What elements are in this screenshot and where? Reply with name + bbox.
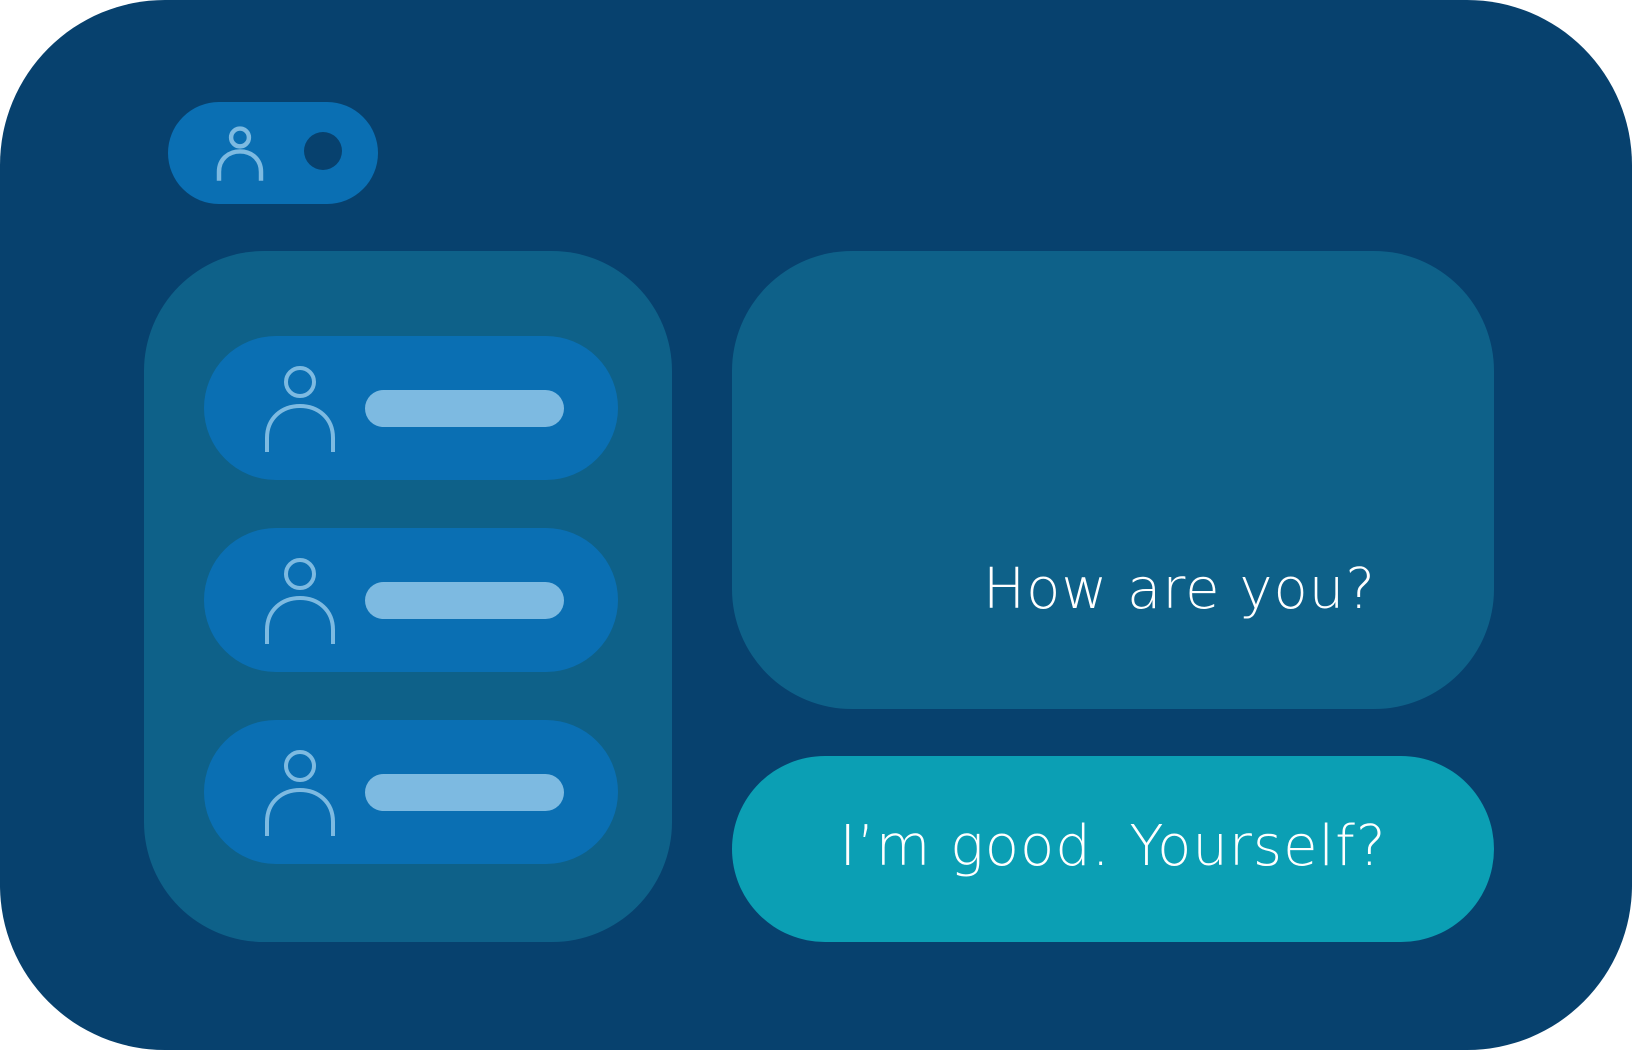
contacts-panel — [144, 251, 672, 942]
outgoing-message-bubble: I’m good. Yourself? — [732, 756, 1494, 942]
chat-app-window: How are you? I’m good. Yourself? — [0, 0, 1632, 1050]
contact-item[interactable] — [204, 336, 618, 480]
incoming-message-text: How are you? — [983, 557, 1376, 622]
person-icon — [262, 556, 338, 644]
contact-name-placeholder — [365, 390, 564, 427]
person-icon — [262, 364, 338, 452]
incoming-message-bubble: How are you? — [732, 251, 1494, 709]
status-indicator — [304, 132, 342, 170]
outgoing-message-text: I’m good. Yourself? — [839, 814, 1387, 879]
contact-item[interactable] — [204, 528, 618, 672]
person-icon — [262, 748, 338, 836]
contact-item[interactable] — [204, 720, 618, 864]
person-icon — [214, 126, 266, 182]
contact-name-placeholder — [365, 582, 564, 619]
contact-name-placeholder — [365, 774, 564, 811]
profile-status-pill[interactable] — [168, 102, 378, 204]
